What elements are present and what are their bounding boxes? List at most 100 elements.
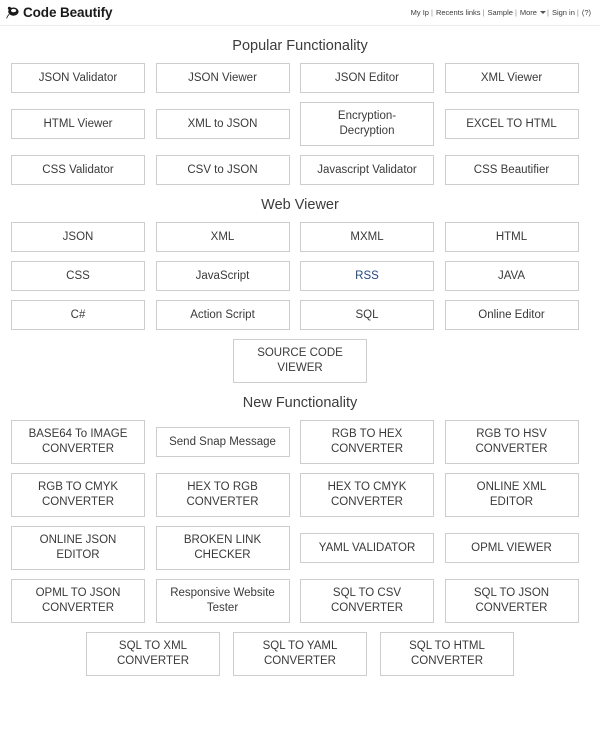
nav-help[interactable]: (?) [581,8,592,17]
grid-cell: Responsive Website Tester [155,579,301,623]
sections-container: Popular Functionality JSON Validator JSON … [0,38,600,676]
tool-button[interactable]: Online Editor [444,300,579,330]
tool-button[interactable]: XML [155,222,290,252]
tool-button[interactable]: RGB TO HSV CONVERTER [444,420,579,464]
tool-button[interactable]: SQL TO CSV CONVERTER [300,579,434,623]
grid-cell: HTML Viewer [11,102,156,146]
nav-more[interactable]: More [519,8,538,17]
grid-cell: CSV to JSON [155,155,301,185]
tool-button[interactable]: Send Snap Message [155,427,290,457]
grid-cell: XML Viewer [444,63,590,93]
nav-recents-links[interactable]: Recents links [435,8,482,17]
tool-button[interactable]: HEX TO CMYK CONVERTER [300,473,434,517]
tool-button[interactable]: ONLINE XML EDITOR [444,473,579,517]
button-row: JSON Validator JSON Viewer JSON Editor XML … [11,63,589,93]
tool-button[interactable]: MXML [300,222,434,252]
grid-cell: CSS [11,261,156,291]
tool-button[interactable]: C# [11,300,145,330]
tool-button[interactable]: HTML Viewer [11,109,145,139]
tool-button[interactable]: JSON Validator [11,63,145,93]
tool-button[interactable]: HEX TO RGB CONVERTER [155,473,290,517]
tool-button[interactable]: SQL TO XML CONVERTER [86,632,220,676]
tool-button[interactable]: HTML [444,222,579,252]
grid-cell: BROKEN LINK CHECKER [155,526,301,570]
tool-button[interactable]: XML Viewer [444,63,579,93]
grid-cell: OPML TO JSON CONVERTER [11,579,156,623]
grid-cell: CSS Beautifier [444,155,590,185]
tool-button[interactable]: SOURCE CODE VIEWER [233,339,367,383]
grid-cell: RSS [300,261,445,291]
nav-sign-in[interactable]: Sign in [551,8,576,17]
tool-button[interactable]: ONLINE JSON EDITOR [11,526,145,570]
tool-button[interactable]: BROKEN LINK CHECKER [155,526,290,570]
tool-button[interactable]: BASE64 To IMAGE CONVERTER [11,420,145,464]
tool-button[interactable]: OPML VIEWER [444,533,579,563]
nav-my-ip[interactable]: My Ip [410,8,430,17]
grid-cell: SQL [300,300,445,330]
tool-button[interactable]: YAML VALIDATOR [300,533,434,563]
button-row: CSS Validator CSV to JSON Javascript Valid… [11,155,589,185]
button-row: ONLINE JSON EDITOR BROKEN LINK CHECKER YAM… [11,526,589,570]
tool-button[interactable]: Javascript Validator [300,155,434,185]
grid-cell: RGB TO HEX CONVERTER [300,420,445,464]
grid-cell: JSON Editor [300,63,445,93]
grid-cell: SOURCE CODE VIEWER [233,339,367,383]
tool-button[interactable]: EXCEL TO HTML [444,109,579,139]
grid-cell: OPML VIEWER [444,526,590,570]
tool-button[interactable]: JSON [11,222,145,252]
button-grid: JSON XML MXML HTML CSS JavaScript RSS JAVA C# Act… [0,222,600,383]
tool-button[interactable]: SQL TO HTML CONVERTER [380,632,514,676]
grid-cell: Encryption- Decryption [300,102,445,146]
tool-button[interactable]: SQL [300,300,434,330]
grid-cell: ONLINE JSON EDITOR [11,526,156,570]
tool-button[interactable]: JSON Editor [300,63,434,93]
button-row: OPML TO JSON CONVERTER Responsive Website… [11,579,589,623]
tool-button[interactable]: CSS Beautifier [444,155,579,185]
grid-cell: MXML [300,222,445,252]
section-1: Popular Functionality JSON Validator JSON … [0,38,600,185]
grid-cell: HEX TO CMYK CONVERTER [300,473,445,517]
grid-cell: Send Snap Message [155,420,301,464]
grid-cell: RGB TO HSV CONVERTER [444,420,590,464]
nav-sample[interactable]: Sample [487,8,514,17]
grid-cell: Javascript Validator [300,155,445,185]
tool-button[interactable]: RGB TO HEX CONVERTER [300,420,434,464]
grid-cell: JSON Viewer [155,63,301,93]
grid-cell: SQL TO CSV CONVERTER [300,579,445,623]
tool-button[interactable]: OPML TO JSON CONVERTER [11,579,145,623]
tool-button[interactable]: JAVA [444,261,579,291]
section-title: Popular Functionality [232,38,368,54]
tool-button[interactable]: CSS Validator [11,155,145,185]
tool-button[interactable]: JSON Viewer [155,63,290,93]
tool-button[interactable]: Action Script [155,300,290,330]
grid-cell: RGB TO CMYK CONVERTER [11,473,156,517]
button-grid: JSON Validator JSON Viewer JSON Editor XML … [0,63,600,185]
tool-button[interactable]: JavaScript [155,261,290,291]
tool-button[interactable]: RGB TO CMYK CONVERTER [11,473,145,517]
tool-button[interactable]: XML to JSON [155,109,290,139]
grid-cell: SQL TO HTML CONVERTER [380,632,514,676]
button-row: SOURCE CODE VIEWER [11,339,589,383]
tool-button[interactable]: SQL TO JSON CONVERTER [444,579,579,623]
grid-cell: CSS Validator [11,155,156,185]
grid-cell: JAVA [444,261,590,291]
tool-button[interactable]: Responsive Website Tester [155,579,290,623]
brand-name: Code Beautify [23,5,113,20]
button-row: JSON XML MXML HTML [11,222,589,252]
brand[interactable]: Code Beautify [6,5,113,20]
grid-cell: JavaScript [155,261,301,291]
paw-speech-bubble-icon [6,6,20,19]
site-header: Code Beautify My Ip | Recents links | Sa… [0,0,600,26]
tool-button[interactable]: RSS [300,261,434,291]
tool-button[interactable]: CSS [11,261,145,291]
tool-button[interactable]: SQL TO YAML CONVERTER [233,632,367,676]
button-row: C# Action Script SQL Online Editor [11,300,589,330]
section-title: Web Viewer [261,197,339,213]
tool-button[interactable]: Encryption- Decryption [300,102,434,146]
grid-cell: YAML VALIDATOR [300,526,445,570]
grid-cell: EXCEL TO HTML [444,102,590,146]
tool-button[interactable]: CSV to JSON [155,155,290,185]
grid-cell: C# [11,300,156,330]
grid-cell: XML to JSON [155,102,301,146]
button-row: HTML Viewer XML to JSON Encryption- Decryp… [11,102,589,146]
